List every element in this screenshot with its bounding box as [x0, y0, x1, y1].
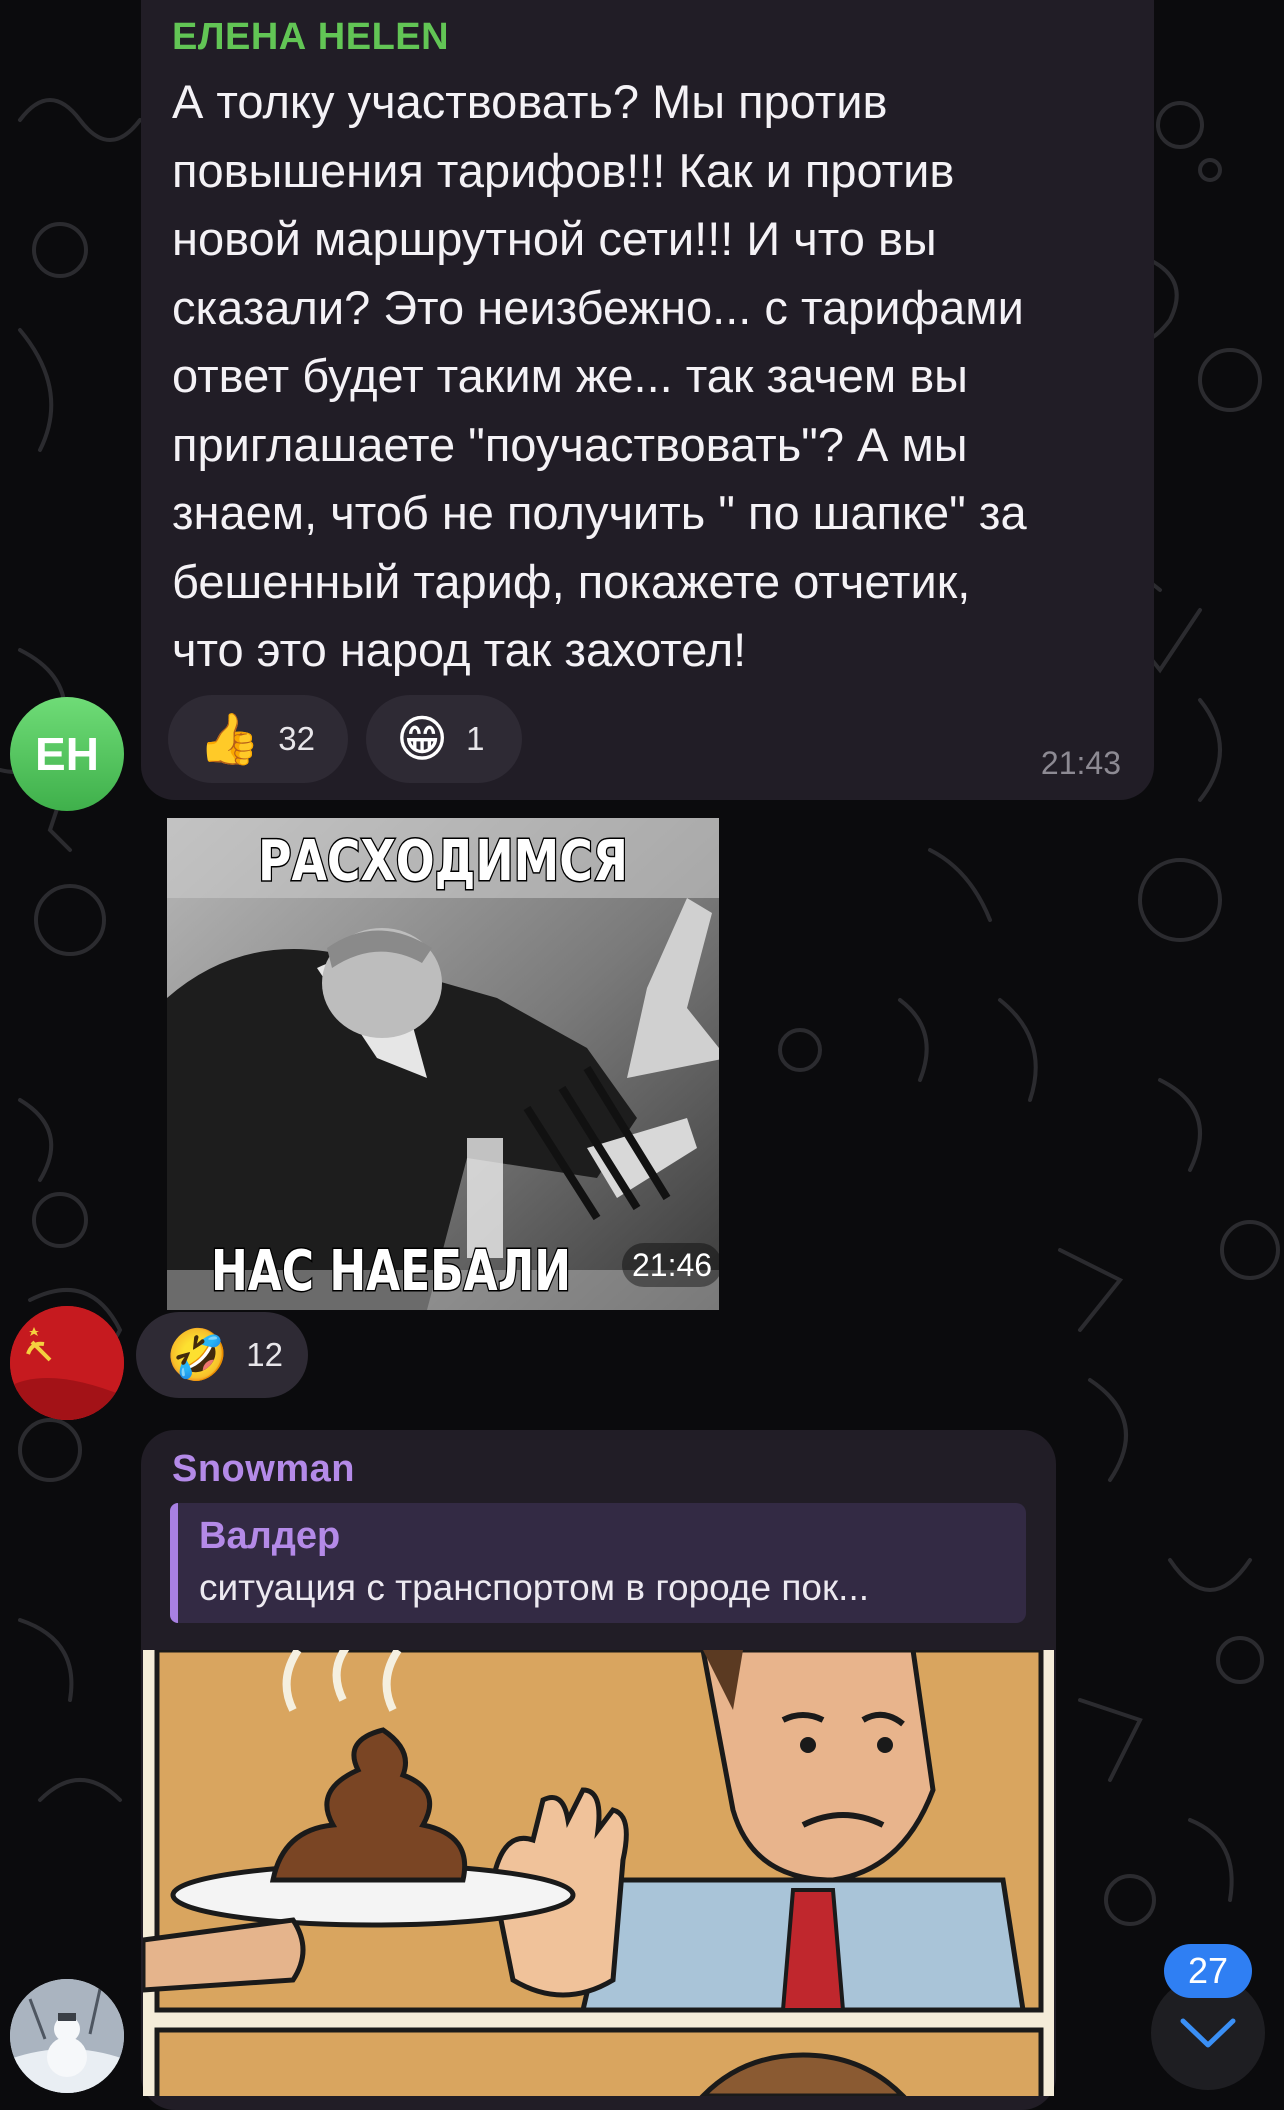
meme-caption-layer: РАСХОДИМСЯ НАС НАЕБАЛИ [210, 828, 630, 1306]
message-text: А толку участвовать? Мы против повышения… [172, 68, 1142, 685]
reaction-count: 1 [466, 720, 485, 757]
reaction-grinning[interactable]: 😁 1 [366, 695, 522, 783]
sender-avatar-snowman[interactable] [10, 1979, 124, 2093]
message-text-line: А толку участвовать? Мы против [172, 75, 888, 128]
message-text-line: повышения тарифов!!! Как и против [172, 143, 955, 197]
message-text-line: новой маршрутной сети!!! И что вы [172, 212, 937, 265]
message-text-line: что это народ так захотел! [172, 623, 747, 676]
message-text-line: бешенный тариф, покажете отчетик, [172, 554, 971, 608]
reply-text: ситуация с транспортом в городе пок... [199, 1567, 870, 1608]
reaction-count: 32 [278, 720, 315, 757]
sender-avatar-elena[interactable]: EH [10, 697, 124, 811]
thumbs-up-icon: 👍 [198, 711, 261, 767]
message-sender-name[interactable]: Snowman [172, 1448, 355, 1491]
message-text-line: ответ будет таким же... так зачем вы [172, 349, 968, 402]
sender-avatar-ussr[interactable] [10, 1306, 124, 1420]
message-bubble[interactable]: ЕЛЕНА HELEN А толку участвовать? Мы прот… [141, 0, 1154, 800]
message-time: 21:46 [632, 1246, 713, 1283]
meme-image[interactable]: РАСХОДИМСЯ НАС НАЕБАЛИ 21:46 [167, 818, 719, 1310]
snowman-avatar [10, 1979, 124, 2093]
reaction-count: 12 [246, 1336, 283, 1373]
message-sender-name[interactable]: ЕЛЕНА HELEN [172, 16, 449, 59]
meme-bottom-caption: НАС НАЕБАЛИ [211, 1239, 571, 1304]
reply-quote[interactable]: Валдер ситуация с транспортом в городе п… [170, 1503, 1026, 1623]
reaction-thumbs-up[interactable]: 👍 32 [168, 695, 348, 783]
meme-top-caption: РАСХОДИМСЯ [258, 829, 628, 894]
image-time-badge: 21:46 [622, 1243, 719, 1287]
comic-image[interactable] [143, 1650, 1054, 2096]
message-text-line: приглашаете "поучаствовать"? А мы [172, 417, 968, 471]
comic-refusing-poop-image [143, 1650, 1054, 2096]
chevron-down-icon [1180, 2018, 1236, 2048]
message-text-line: сказали? Это неизбежно... с тарифами [172, 280, 1024, 334]
reply-accent-bar [170, 1503, 178, 1623]
unread-count-badge[interactable]: 27 [1164, 1944, 1252, 1998]
unread-count: 27 [1187, 1950, 1229, 1991]
reaction-rolling-laughing[interactable]: 🤣 12 [136, 1312, 308, 1398]
message-text-line: знаем, чтоб не получить " по шапке" за [172, 486, 1027, 539]
reply-author: Валдер [199, 1515, 341, 1557]
ussr-flag-icon [10, 1306, 124, 1420]
avatar-initials: EH [35, 728, 99, 780]
grinning-face-icon: 😁 [396, 711, 449, 767]
message-time: 21:43 [1040, 745, 1121, 781]
rolling-laughing-icon: 🤣 [166, 1327, 229, 1383]
